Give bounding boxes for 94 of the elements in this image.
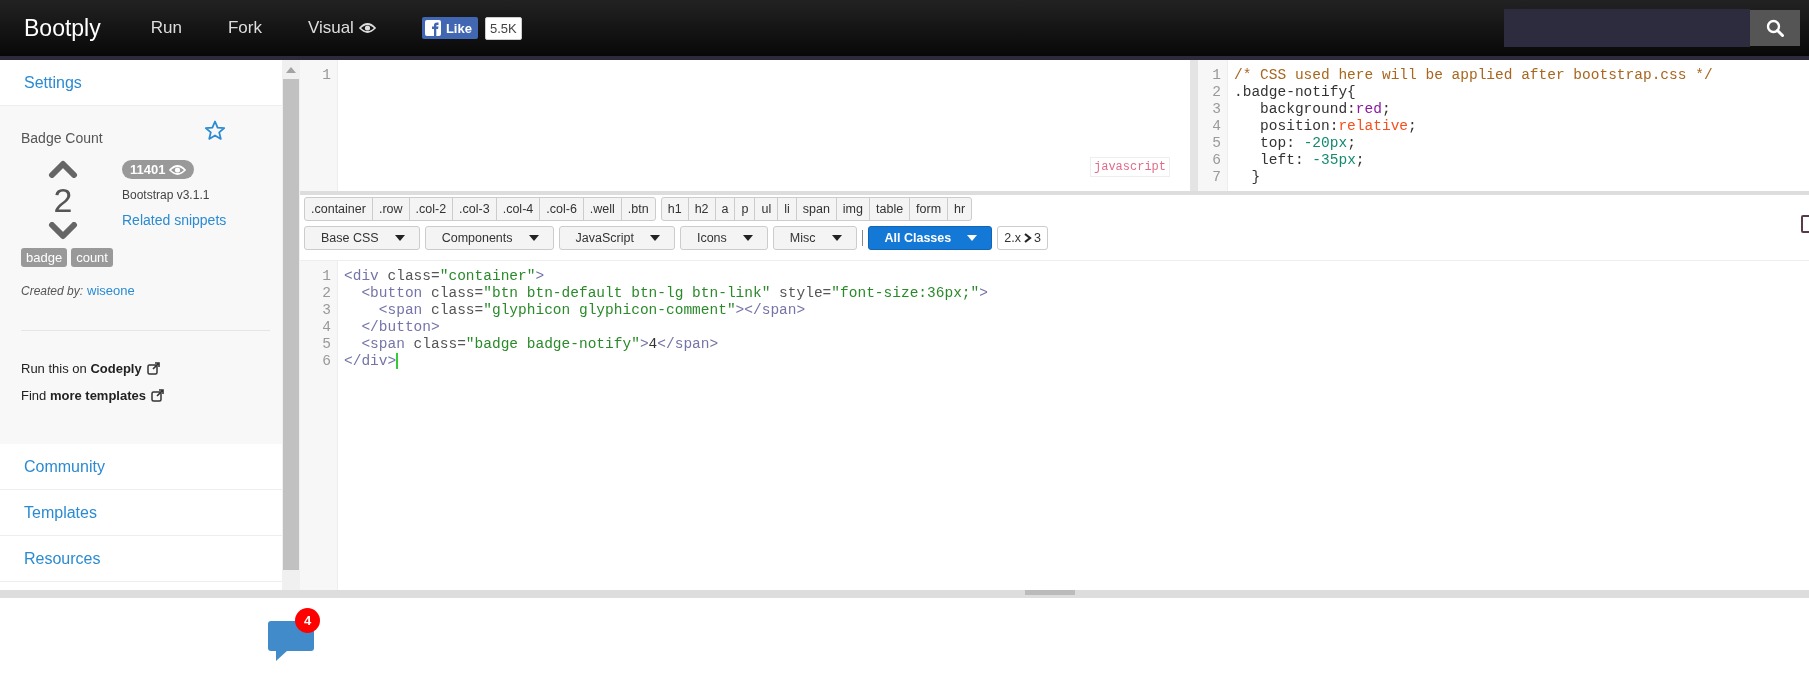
- external-link[interactable]: Find more templates: [21, 388, 146, 403]
- line-number: 6: [321, 352, 332, 370]
- code-line: position:relative;: [1259, 118, 1417, 135]
- line-number: 7: [1211, 169, 1222, 186]
- notification-badge: 4: [295, 608, 320, 633]
- sidebar-link[interactable]: Resources: [24, 549, 101, 568]
- code-line: /* CSS used here will be applied after bootstrap.css */: [1234, 67, 1713, 84]
- external-link[interactable]: Run this on Codeply: [21, 361, 142, 376]
- code-line: .badge-notify{: [1234, 84, 1356, 101]
- mode-label: javascript: [1090, 157, 1170, 177]
- logo-icon: [424, 20, 441, 36]
- code-line: <span class="glyphicon glyphicon-comment"></span>: [377, 301, 806, 319]
- search-field[interactable]: [1504, 9, 1750, 47]
- code-line: <span class="badge badge-notify">4</span>: [360, 335, 719, 353]
- snippet-button[interactable]: .col-4: [495, 197, 541, 221]
- chevron-icon: [1022, 233, 1032, 243]
- caret-icon: [831, 235, 842, 241]
- dropdown-button[interactable]: Misc: [772, 226, 857, 250]
- scrollbar[interactable]: [282, 60, 300, 590]
- caret-icon: [742, 235, 753, 241]
- eye-icon: [169, 163, 187, 176]
- downvote-chevron-icon[interactable]: [48, 222, 78, 240]
- star-icon[interactable]: [204, 120, 226, 141]
- nav-link[interactable]: Visual: [307, 18, 376, 38]
- dropdown-button[interactable]: JavaScript: [558, 226, 675, 250]
- like-button[interactable]: Like: [421, 17, 478, 39]
- code-line: </div>: [344, 352, 397, 370]
- line-number: 3: [321, 301, 332, 319]
- related-snippets-link[interactable]: Related snippets: [122, 212, 227, 228]
- like-count: 5.5K: [484, 16, 522, 40]
- snippet-button[interactable]: .col-2: [408, 197, 454, 221]
- code-line: <div class="container">: [344, 267, 545, 285]
- snippet-button[interactable]: h1: [660, 197, 689, 221]
- external-link-icon: [151, 389, 164, 402]
- eye-icon: [358, 22, 376, 34]
- nav-link[interactable]: Run: [150, 18, 182, 38]
- external-link-icon: [146, 362, 160, 375]
- snippet-button[interactable]: form: [909, 197, 949, 221]
- search-icon: [1766, 19, 1784, 37]
- dropdown-button[interactable]: Icons: [679, 226, 768, 250]
- line-number: 2: [321, 284, 332, 302]
- view-count: 11401: [122, 160, 195, 179]
- brand-logo[interactable]: Bootply: [24, 14, 101, 42]
- nav-link[interactable]: Fork: [227, 18, 262, 38]
- snippet-button[interactable]: ul: [754, 197, 779, 221]
- snippet-button[interactable]: .well: [582, 197, 622, 221]
- settings-link[interactable]: Settings: [24, 73, 82, 92]
- snippet-button[interactable]: p: [734, 197, 756, 221]
- snippet-button[interactable]: span: [795, 197, 837, 221]
- caret-icon: [394, 235, 405, 241]
- line-number: 6: [1211, 152, 1222, 169]
- search-button[interactable]: [1750, 10, 1800, 46]
- line-number: 4: [321, 318, 332, 336]
- bootstrap-version: Bootstrap v3.1.1: [122, 188, 210, 202]
- panel-icon[interactable]: [1801, 215, 1809, 233]
- line-number: 1: [321, 267, 332, 285]
- code-line: <button class="btn btn-default btn-lg btn-link" style="font-size:36px;">: [360, 284, 988, 302]
- sidebar-link[interactable]: Community: [24, 457, 105, 476]
- resize-handle[interactable]: [1024, 590, 1075, 595]
- code-line: }: [1250, 169, 1261, 186]
- snippet-button[interactable]: h2: [687, 197, 716, 221]
- code-line: background:red;: [1259, 101, 1391, 118]
- snippet-title: Badge Count: [21, 130, 103, 146]
- snippet-button[interactable]: table: [869, 197, 911, 221]
- dropdown-button[interactable]: All Classes: [867, 226, 993, 250]
- snippet-button[interactable]: .col-3: [452, 197, 497, 221]
- version-toggle[interactable]: 2.x 3: [997, 226, 1048, 250]
- line-number: 3: [1211, 101, 1222, 118]
- line-number: 5: [1211, 135, 1222, 152]
- code-line: left: -35px;: [1259, 152, 1365, 169]
- dropdown-button[interactable]: Components: [424, 226, 554, 250]
- code-line: top: -20px;: [1259, 135, 1356, 152]
- snippet-button[interactable]: .col-6: [539, 197, 584, 221]
- snippet-button[interactable]: li: [777, 197, 797, 221]
- caret-icon: [528, 235, 539, 241]
- upvote-chevron-icon[interactable]: [48, 160, 78, 178]
- line-number: 4: [1211, 118, 1222, 135]
- caret-icon: [649, 235, 660, 241]
- line-number: 1: [1211, 67, 1222, 84]
- created-by-label: Created by:: [21, 284, 84, 298]
- code-line: </button>: [360, 318, 440, 336]
- caret-icon: [967, 235, 978, 241]
- dropdown-button[interactable]: Base CSS: [304, 226, 420, 250]
- scroll-up-arrow-icon[interactable]: [286, 67, 296, 73]
- snippet-button[interactable]: .row: [371, 197, 410, 221]
- snippet-button[interactable]: .container: [304, 197, 373, 221]
- vote-count: 2: [53, 180, 73, 221]
- snippet-button[interactable]: .btn: [620, 197, 656, 221]
- line-number: 2: [1211, 84, 1222, 101]
- snippet-button[interactable]: hr: [947, 197, 973, 221]
- line-number: 5: [321, 335, 332, 353]
- sidebar-link[interactable]: Templates: [24, 503, 97, 522]
- author-link[interactable]: wiseone: [87, 283, 135, 298]
- line-number: 1: [321, 67, 332, 84]
